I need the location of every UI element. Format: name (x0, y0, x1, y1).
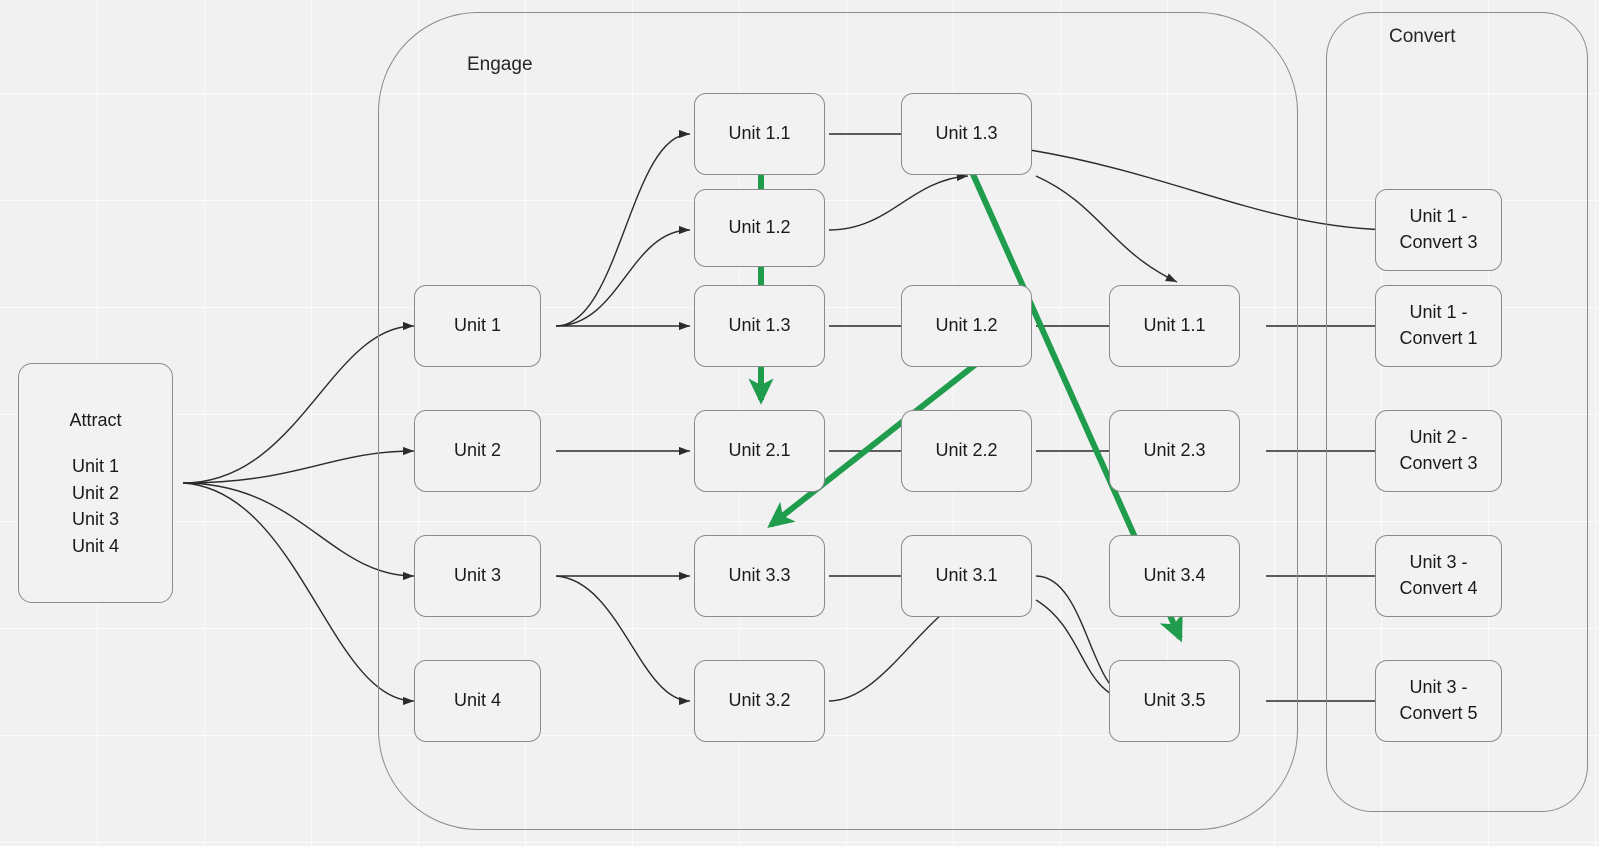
attract-unit-list: Unit 1 Unit 2 Unit 3 Unit 4 (72, 453, 119, 559)
node-engage-unit-1-3[interactable]: Unit 1.3 (694, 285, 825, 367)
node-engage-unit-1-2[interactable]: Unit 1.2 (694, 189, 825, 267)
node-convert-unit-1-convert-3[interactable]: Unit 1 - Convert 3 (1375, 189, 1502, 271)
node-convert-unit-2-convert-3[interactable]: Unit 2 - Convert 3 (1375, 410, 1502, 492)
node-engage-unit-1-1[interactable]: Unit 1.1 (694, 93, 825, 175)
node-engage-col3-unit-1-3[interactable]: Unit 1.3 (901, 93, 1032, 175)
node-engage-col4-unit-2-3[interactable]: Unit 2.3 (1109, 410, 1240, 492)
node-engage-col3-unit-3-1[interactable]: Unit 3.1 (901, 535, 1032, 617)
node-engage-unit-2[interactable]: Unit 2 (414, 410, 541, 492)
attract-unit-item: Unit 1 (71, 456, 120, 477)
attract-unit-item: Unit 4 (71, 535, 120, 556)
node-convert-unit-3-convert-4[interactable]: Unit 3 - Convert 4 (1375, 535, 1502, 617)
node-engage-unit-3-2[interactable]: Unit 3.2 (694, 660, 825, 742)
attract-title: Attract (69, 409, 122, 430)
node-engage-col3-unit-2-2[interactable]: Unit 2.2 (901, 410, 1032, 492)
node-engage-unit-4[interactable]: Unit 4 (414, 660, 541, 742)
diagram-canvas: Engage Convert Attract Unit 1 Unit 2 Uni… (0, 0, 1599, 846)
attract-node[interactable]: Attract Unit 1 Unit 2 Unit 3 Unit 4 (18, 363, 173, 603)
attract-unit-item: Unit 3 (71, 509, 120, 530)
node-engage-unit-3-3[interactable]: Unit 3.3 (694, 535, 825, 617)
node-engage-unit-1[interactable]: Unit 1 (414, 285, 541, 367)
node-convert-unit-3-convert-5[interactable]: Unit 3 - Convert 5 (1375, 660, 1502, 742)
attract-unit-item: Unit 2 (71, 482, 120, 503)
node-engage-col4-unit-1-1[interactable]: Unit 1.1 (1109, 285, 1240, 367)
engage-group-label: Engage (467, 54, 533, 75)
node-engage-col3-unit-1-2[interactable]: Unit 1.2 (901, 285, 1032, 367)
convert-group-label: Convert (1389, 26, 1456, 47)
node-engage-unit-2-1[interactable]: Unit 2.1 (694, 410, 825, 492)
node-convert-unit-1-convert-1[interactable]: Unit 1 - Convert 1 (1375, 285, 1502, 367)
node-engage-col4-unit-3-4[interactable]: Unit 3.4 (1109, 535, 1240, 617)
node-engage-col4-unit-3-5[interactable]: Unit 3.5 (1109, 660, 1240, 742)
node-engage-unit-3[interactable]: Unit 3 (414, 535, 541, 617)
